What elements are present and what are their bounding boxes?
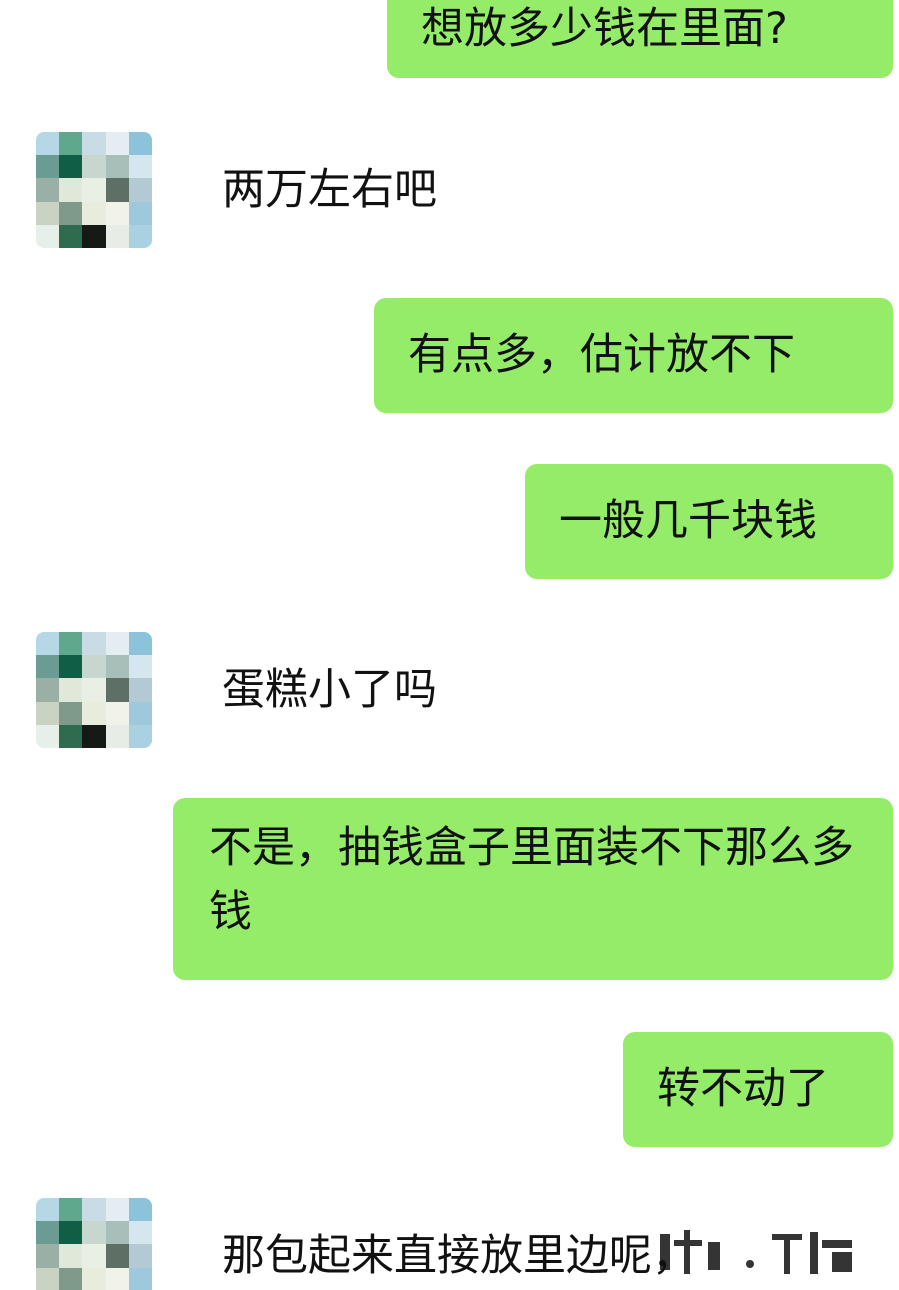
message-bubble-outgoing[interactable]: 不是，抽钱盒子里面装不下那么多钱 (173, 798, 893, 980)
message-bubble-outgoing[interactable]: 想放多少钱在里面? (387, 0, 893, 78)
watermark-glyph-icon (660, 1230, 852, 1274)
message-bubble-outgoing[interactable]: 一般几千块钱 (525, 464, 893, 579)
watermark-logo-icon (660, 1222, 880, 1282)
contact-avatar-icon[interactable] (36, 632, 152, 748)
message-text-incoming: 两万左右吧 (222, 165, 437, 215)
message-bubble-outgoing[interactable]: 有点多，估计放不下 (374, 298, 893, 413)
message-text-incoming: 那包起来直接放里边呢， (222, 1231, 695, 1281)
chat-window: 想放多少钱在里面? 两万左右吧 有点多，估计放不下 一般几千块钱 蛋糕小了吗 不… (0, 0, 899, 1290)
contact-avatar-icon[interactable] (36, 132, 152, 248)
contact-avatar-icon[interactable] (36, 1198, 152, 1290)
message-bubble-outgoing[interactable]: 转不动了 (623, 1032, 893, 1147)
message-text-incoming: 蛋糕小了吗 (222, 665, 437, 715)
